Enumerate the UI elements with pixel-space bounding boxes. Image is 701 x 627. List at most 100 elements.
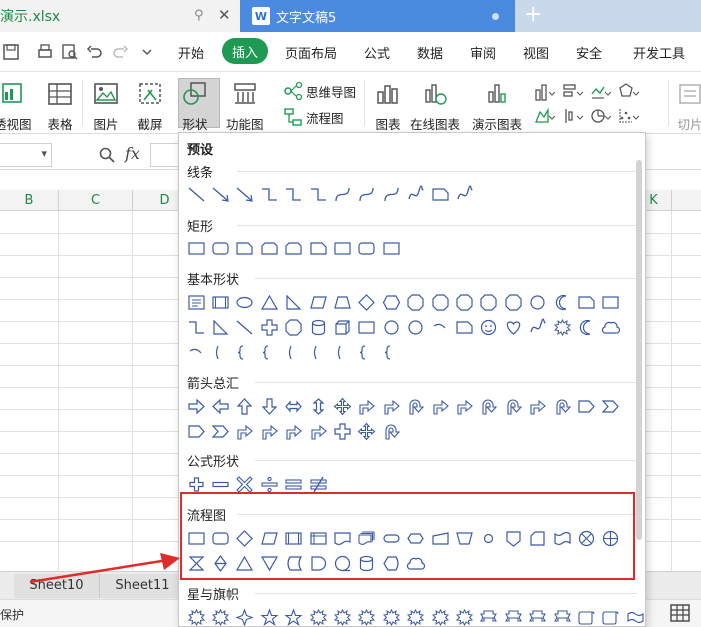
- scatter-chart-icon[interactable]: [618, 106, 640, 126]
- rect-shape-icon[interactable]: [184, 237, 208, 259]
- cross-shape-icon[interactable]: [330, 420, 354, 442]
- ribbon-shape-icon[interactable]: [501, 606, 525, 626]
- chev-shape-icon[interactable]: [208, 420, 232, 442]
- arR-shape-icon[interactable]: [184, 395, 208, 417]
- oct-shape-icon[interactable]: [452, 291, 476, 313]
- diamond-shape-icon[interactable]: [355, 291, 379, 313]
- cube-shape-icon[interactable]: [330, 316, 354, 338]
- heart-shape-icon[interactable]: [501, 316, 525, 338]
- arrowline-shape-icon[interactable]: [208, 183, 232, 205]
- rect-shape-icon[interactable]: [599, 291, 623, 313]
- free-shape-icon[interactable]: [452, 183, 476, 205]
- line-chart-icon[interactable]: [590, 82, 612, 102]
- scroll-shape-icon[interactable]: [574, 606, 598, 626]
- column-chart-icon[interactable]: [562, 82, 584, 102]
- arc-shape-icon[interactable]: [428, 316, 452, 338]
- elbow-shape-icon[interactable]: [306, 183, 330, 205]
- bend-shape-icon[interactable]: [306, 420, 330, 442]
- oct-shape-icon[interactable]: [477, 291, 501, 313]
- arLR-shape-icon[interactable]: [282, 395, 306, 417]
- online-chart-button[interactable]: 在线图表: [410, 80, 460, 133]
- ar4-shape-icon[interactable]: [330, 395, 354, 417]
- protect-status[interactable]: 保护: [0, 606, 24, 623]
- ellipse-shape-icon[interactable]: [233, 291, 257, 313]
- elbow-shape-icon[interactable]: [257, 183, 281, 205]
- brack-shape-icon[interactable]: [330, 341, 354, 363]
- snip-shape-icon[interactable]: [574, 291, 598, 313]
- bend-shape-icon[interactable]: [452, 395, 476, 417]
- bend-shape-icon[interactable]: [282, 420, 306, 442]
- new-tab-button[interactable]: +: [524, 4, 542, 26]
- brace-shape-icon[interactable]: [355, 341, 379, 363]
- line-shape-icon[interactable]: [184, 183, 208, 205]
- function-chart-button[interactable]: 功能图: [226, 80, 264, 133]
- brace-shape-icon[interactable]: [379, 341, 403, 363]
- uturn-shape-icon[interactable]: [404, 395, 428, 417]
- circle-shape-icon[interactable]: [379, 316, 403, 338]
- burst-shape-icon[interactable]: [452, 606, 476, 626]
- arrowline-shape-icon[interactable]: [233, 183, 257, 205]
- oct-shape-icon[interactable]: [501, 291, 525, 313]
- close-icon[interactable]: ✕: [218, 6, 231, 24]
- snip-shape-icon[interactable]: [428, 183, 452, 205]
- arD-shape-icon[interactable]: [257, 395, 281, 417]
- fx-icon[interactable]: fx: [125, 144, 140, 163]
- arUD-shape-icon[interactable]: [306, 395, 330, 417]
- curve-shape-icon[interactable]: [379, 183, 403, 205]
- menu-data[interactable]: 数据: [417, 43, 443, 62]
- burst-shape-icon[interactable]: [428, 606, 452, 626]
- demo-chart-button[interactable]: 演示图表: [472, 80, 522, 133]
- undo-icon[interactable]: [86, 43, 104, 61]
- ribbon-shape-icon[interactable]: [525, 606, 549, 626]
- moon-shape-icon[interactable]: [574, 316, 598, 338]
- rect-shape-icon[interactable]: [379, 237, 403, 259]
- chev-shape-icon[interactable]: [599, 395, 623, 417]
- column-b[interactable]: B: [0, 190, 58, 211]
- snip-shape-icon[interactable]: [306, 237, 330, 259]
- menu-security[interactable]: 安全: [576, 43, 602, 62]
- snip2-shape-icon[interactable]: [257, 237, 281, 259]
- snip2-shape-icon[interactable]: [282, 237, 306, 259]
- pent-shape-icon[interactable]: [184, 420, 208, 442]
- elbow-shape-icon[interactable]: [184, 316, 208, 338]
- burst-shape-icon[interactable]: [208, 606, 232, 626]
- burst-shape-icon[interactable]: [550, 316, 574, 338]
- slicer-button[interactable]: 切片: [676, 80, 701, 133]
- menu-page-layout[interactable]: 页面布局: [285, 43, 337, 62]
- oct-shape-icon[interactable]: [428, 291, 452, 313]
- ribbon-shape-icon[interactable]: [550, 606, 574, 626]
- textbox-shape-icon[interactable]: [184, 291, 208, 313]
- uturn-shape-icon[interactable]: [477, 395, 501, 417]
- brack-shape-icon[interactable]: [208, 341, 232, 363]
- uturn-shape-icon[interactable]: [379, 420, 403, 442]
- bend-shape-icon[interactable]: [355, 395, 379, 417]
- elbow-shape-icon[interactable]: [282, 183, 306, 205]
- menu-review[interactable]: 审阅: [470, 43, 496, 62]
- pie-chart-icon[interactable]: [590, 106, 612, 126]
- curve-shape-icon[interactable]: [330, 183, 354, 205]
- normal-view-icon[interactable]: [670, 604, 690, 622]
- star5-shape-icon[interactable]: [282, 606, 306, 626]
- rect-shape-icon[interactable]: [355, 316, 379, 338]
- bend-shape-icon[interactable]: [428, 395, 452, 417]
- bend-shape-icon[interactable]: [379, 395, 403, 417]
- column-l[interactable]: [671, 190, 701, 211]
- chart-button[interactable]: 图表: [374, 80, 402, 133]
- snip-shape-icon[interactable]: [233, 237, 257, 259]
- curve-shape-icon[interactable]: [355, 183, 379, 205]
- mindmap-button[interactable]: 思维导图: [283, 81, 356, 101]
- column-c[interactable]: C: [58, 190, 132, 211]
- para-shape-icon[interactable]: [306, 291, 330, 313]
- cloud-shape-icon[interactable]: [599, 316, 623, 338]
- burst-shape-icon[interactable]: [306, 606, 330, 626]
- dropdown-scrollbar[interactable]: [636, 160, 642, 540]
- cross-shape-icon[interactable]: [257, 316, 281, 338]
- menu-start[interactable]: 开始: [178, 43, 204, 62]
- scroll-shape-icon[interactable]: [599, 606, 623, 626]
- zoom-search-icon[interactable]: [98, 146, 116, 164]
- rect-shape-icon[interactable]: [330, 237, 354, 259]
- rrect-shape-icon[interactable]: [208, 237, 232, 259]
- shape-button[interactable]: 形状: [181, 80, 209, 133]
- menu-insert[interactable]: 插入: [222, 38, 268, 64]
- ar4-shape-icon[interactable]: [355, 420, 379, 442]
